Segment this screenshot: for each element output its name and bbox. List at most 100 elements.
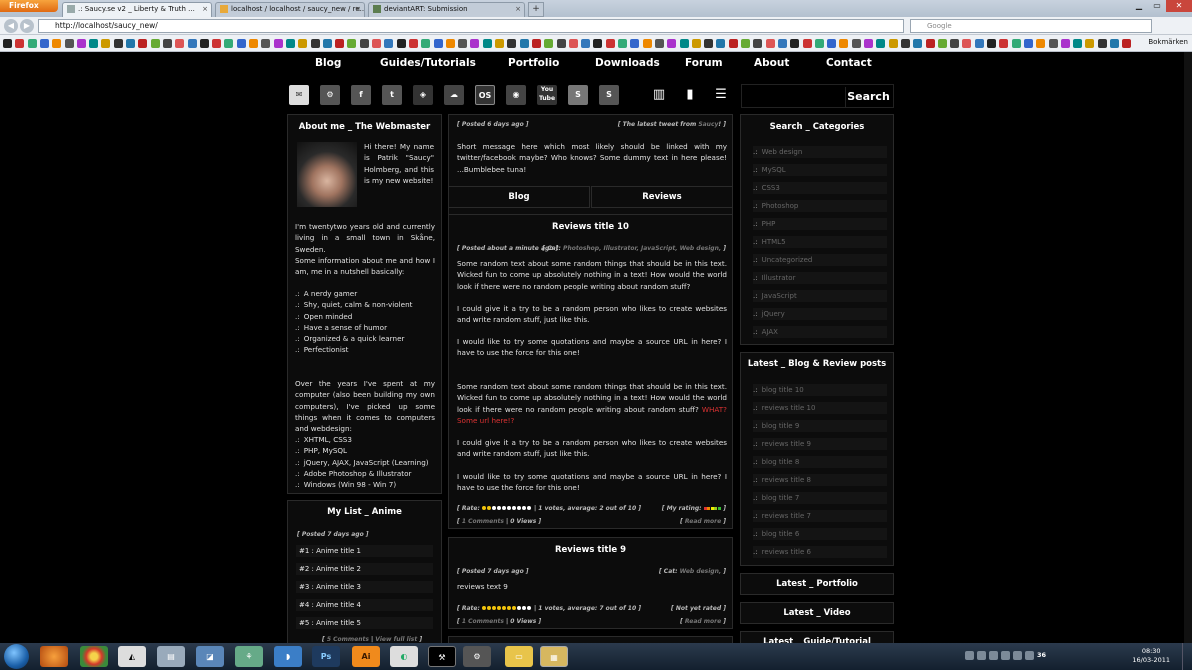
ie-task-icon[interactable]: ◗: [274, 646, 302, 667]
bookmark-icon[interactable]: [273, 39, 283, 48]
star-icon[interactable]: [511, 605, 517, 610]
category-item[interactable]: .: Photoshop: [753, 200, 887, 212]
bookmark-icon[interactable]: [261, 39, 271, 48]
category-item[interactable]: .: Illustrator: [753, 272, 887, 284]
bookmark-icon[interactable]: [212, 39, 222, 48]
bookmark-icon[interactable]: [593, 39, 603, 48]
bookmark-icon[interactable]: [544, 39, 554, 48]
view-full-list-link[interactable]: View full list: [375, 636, 417, 643]
skype-icon[interactable]: S: [568, 85, 588, 105]
bookmark-icon[interactable]: [642, 39, 652, 48]
show-desktop-button[interactable]: [1182, 643, 1192, 670]
bookmark-icon[interactable]: [175, 39, 185, 48]
bookmarks-menu-label[interactable]: Bokmärken: [1148, 38, 1188, 46]
rating-stars[interactable]: [481, 505, 532, 512]
bookmark-icon[interactable]: [347, 39, 357, 48]
list-icon[interactable]: ☰: [711, 85, 731, 105]
bookmark-icon[interactable]: [298, 39, 308, 48]
inkscape-icon[interactable]: ◈: [413, 85, 433, 105]
close-tab-icon[interactable]: ×: [515, 3, 521, 16]
cat-links[interactable]: Photoshop, Illustrator, JavaScript, Web …: [563, 245, 721, 252]
bookmark-icon[interactable]: [581, 39, 591, 48]
bookmark-icon[interactable]: [741, 39, 750, 48]
bookmark-icon[interactable]: [470, 39, 480, 48]
firefox-task-icon[interactable]: [40, 646, 68, 667]
back-icon[interactable]: ◀: [4, 19, 18, 33]
tray-icon[interactable]: [1013, 651, 1022, 660]
bookmark-icon[interactable]: [101, 39, 111, 48]
mylist-comments-link[interactable]: 5 Comments: [327, 636, 369, 643]
bookmark-icon[interactable]: [39, 39, 49, 48]
bookmark-icon[interactable]: [814, 39, 824, 48]
bookmark-icon[interactable]: [1122, 39, 1132, 48]
bookmark-icon[interactable]: [1097, 39, 1107, 48]
bookmark-icon[interactable]: [630, 39, 640, 48]
game-task-icon[interactable]: ⚒: [428, 646, 456, 667]
bookmark-icon[interactable]: [777, 39, 787, 48]
bookmark-icon[interactable]: [384, 39, 394, 48]
star-icon[interactable]: [481, 505, 487, 510]
bookmark-icon[interactable]: [126, 39, 135, 48]
bookmark-icon[interactable]: [962, 39, 972, 48]
anime-item[interactable]: #1 : Anime title 1: [296, 545, 433, 557]
bookmark-icon[interactable]: [27, 39, 37, 48]
bookmark-icon[interactable]: [864, 39, 873, 48]
bookmark-icon[interactable]: [150, 39, 160, 48]
bookmark-icon[interactable]: [716, 39, 726, 48]
bookmark-icon[interactable]: [1036, 39, 1046, 48]
star-icon[interactable]: [516, 505, 522, 510]
close-tab-icon[interactable]: ×: [355, 3, 361, 16]
star-icon[interactable]: [491, 605, 497, 610]
anime-item[interactable]: #2 : Anime title 2: [296, 563, 433, 575]
category-item[interactable]: .: Uncategorized: [753, 254, 887, 266]
firefox-menu-button[interactable]: Firefox: [0, 0, 58, 12]
photoshop-task-icon[interactable]: Ps: [312, 646, 340, 667]
bookmark-icon[interactable]: [999, 39, 1009, 48]
twitter-icon[interactable]: t: [382, 85, 402, 105]
steam-task-icon[interactable]: ⚙: [463, 646, 491, 667]
maximize-icon[interactable]: ▭: [1148, 0, 1166, 12]
close-icon[interactable]: ✕: [1166, 0, 1192, 12]
explorer-task-icon[interactable]: ▦: [540, 646, 568, 667]
anime-item[interactable]: #4 : Anime title 4: [296, 599, 433, 611]
bookmark-icon[interactable]: [199, 39, 209, 48]
bookmark-icon[interactable]: [445, 39, 455, 48]
star-icon[interactable]: [481, 605, 487, 610]
bookmark-icon[interactable]: [421, 39, 431, 48]
folder-task-icon[interactable]: ▭: [505, 646, 533, 667]
star-icon[interactable]: [526, 605, 532, 610]
minimize-icon[interactable]: ▁: [1130, 0, 1148, 12]
bookmark-icon[interactable]: [236, 39, 246, 48]
bookmark-icon[interactable]: [3, 39, 12, 48]
tray-icon[interactable]: [989, 651, 998, 660]
youtube-icon[interactable]: You Tube: [537, 85, 557, 105]
bookmark-icon[interactable]: [1011, 39, 1021, 48]
nav-guides[interactable]: Guides/Tutorials: [380, 57, 476, 69]
new-tab-button[interactable]: +: [528, 2, 544, 17]
category-item[interactable]: .: CSS3: [753, 182, 887, 194]
nav-downloads[interactable]: Downloads: [595, 57, 660, 69]
star-icon[interactable]: [511, 505, 517, 510]
bookmark-icon[interactable]: [802, 39, 812, 48]
nav-blog[interactable]: Blog: [315, 57, 341, 69]
comments-link[interactable]: 1 Comments: [462, 618, 504, 625]
star-icon[interactable]: [506, 605, 512, 610]
latest-post-item[interactable]: .: blog title 10: [753, 384, 887, 396]
bookmark-icon[interactable]: [138, 39, 148, 48]
latest-post-item[interactable]: .: blog title 9: [753, 420, 887, 432]
category-item[interactable]: .: jQuery: [753, 308, 887, 320]
tray-icon[interactable]: [977, 651, 986, 660]
star-icon[interactable]: [501, 505, 507, 510]
bookmark-icon[interactable]: [372, 39, 381, 48]
comments-link[interactable]: 1 Comments: [462, 518, 504, 525]
cat-links[interactable]: Web design,: [680, 568, 722, 575]
bookmark-icon[interactable]: [950, 39, 960, 48]
bookmark-icon[interactable]: [876, 39, 886, 48]
anime-item[interactable]: #5 : Anime title 5: [296, 617, 433, 629]
nav-about[interactable]: About: [754, 57, 789, 69]
anime-item[interactable]: #3 : Anime title 3: [296, 581, 433, 593]
bookmark-icon[interactable]: [1048, 39, 1058, 48]
star-icon[interactable]: [496, 605, 502, 610]
latest-video-title[interactable]: Latest _ Video: [741, 603, 893, 623]
bookmark-icon[interactable]: [1085, 39, 1095, 48]
